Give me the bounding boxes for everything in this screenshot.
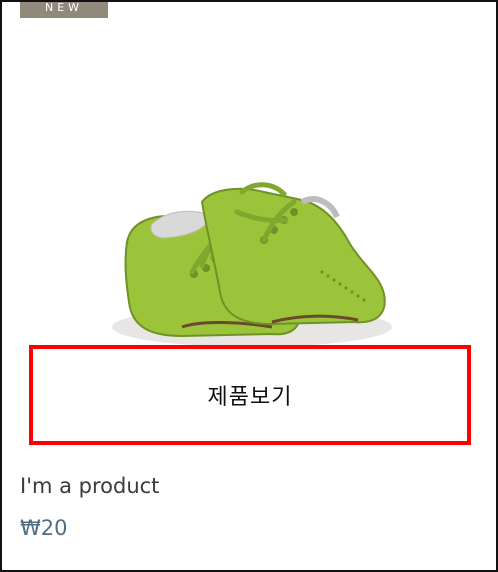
product-image[interactable] (2, 122, 496, 382)
product-name[interactable]: I'm a product (20, 474, 159, 498)
baby-shoes-illustration (112, 182, 392, 347)
quick-view-button[interactable]: 제품보기 (29, 345, 471, 445)
product-card[interactable]: NEW 제품보기 I'm a product ₩20 (0, 0, 498, 572)
quick-view-label: 제품보기 (207, 385, 293, 410)
right-shoe (200, 182, 386, 326)
new-badge: NEW (20, 2, 108, 18)
product-price: ₩20 (20, 516, 68, 540)
